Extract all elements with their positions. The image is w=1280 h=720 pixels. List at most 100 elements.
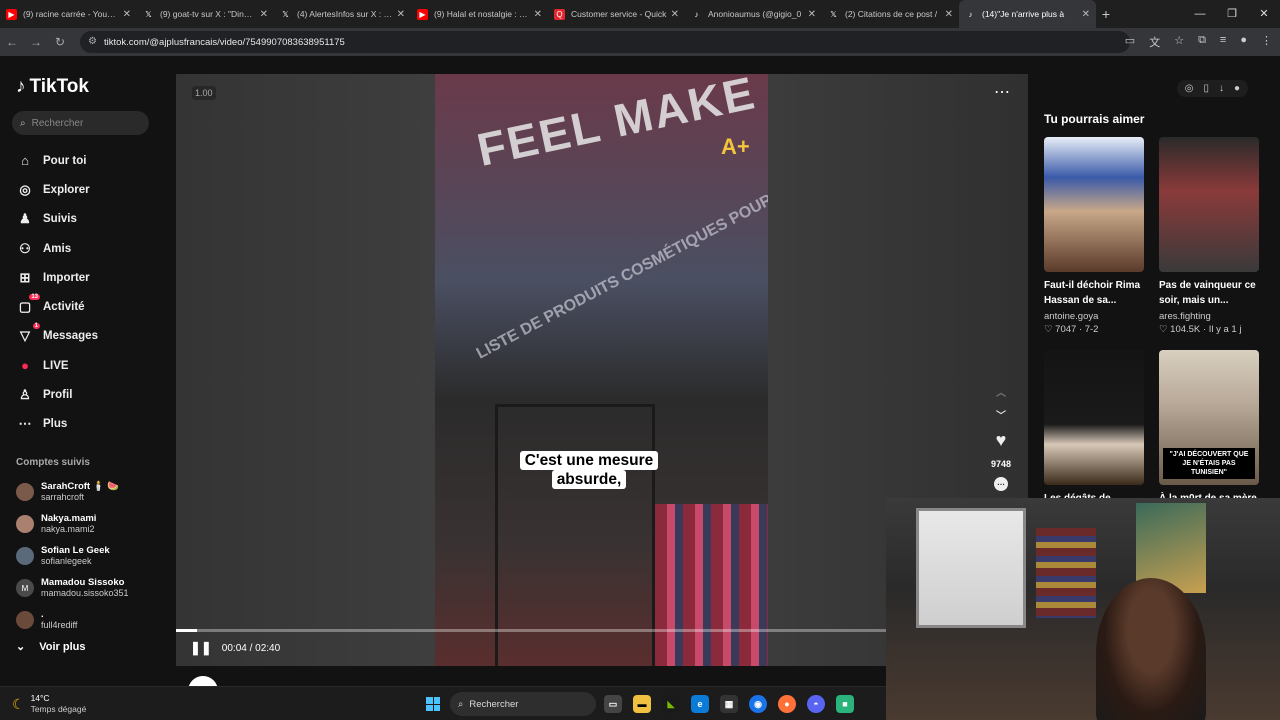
followed-account[interactable]: Nakya.mami nakya.mami2 [16,508,129,540]
discord-icon[interactable]: ◓ [807,695,825,713]
pause-icon[interactable]: ❚❚ [190,640,212,656]
browser-tab[interactable]: 𝕏 (2) Citations de ce post / ✕ [822,0,959,28]
firefox-icon[interactable]: ● [778,695,796,713]
tab-title: (14)"Je n'arrive plus à [982,9,1065,19]
heart-icon[interactable]: ♥ [996,430,1007,451]
nav-item-importer[interactable]: ⊞ Importer [16,263,98,292]
close-tab-icon[interactable]: ✕ [123,9,131,20]
store-icon[interactable]: ▦ [720,695,738,713]
chrome-icon[interactable]: ◉ [749,695,767,713]
nav-item-suivis[interactable]: ♟ Suivis [16,205,98,234]
extensions-icon[interactable]: ⧉ [1198,34,1206,50]
browser-tab[interactable]: 𝕏 (9) goat-tv sur X : "Dingue ✕ [137,0,274,28]
comment-icon[interactable]: … [994,477,1008,491]
video-actions: ︿ ﹀ ♥ 9748 … [976,384,1026,491]
download-icon[interactable]: ↓ [1219,83,1224,94]
back-icon[interactable]: ← [0,35,24,49]
weather-widget[interactable]: ☾ 14°C Temps dégagé [12,693,86,715]
followed-account[interactable]: SarahCroft 🕯️ 🍉 sarrahcroft [16,476,129,508]
home-icon: ⌂ [21,153,29,169]
user-avatar[interactable]: ● [1234,83,1240,94]
tiktok-note-icon: ♪ [16,76,26,97]
tiktok-logo[interactable]: ♪ TikTok [16,76,89,98]
following-icon: ♟ [19,211,31,227]
playback-speed[interactable]: 1.00 [192,86,216,100]
close-window-button[interactable]: ✕ [1248,0,1280,28]
phone-icon[interactable]: ▯ [1203,83,1209,94]
avatar [16,611,34,629]
nvidia-icon[interactable]: ◣ [662,695,680,713]
player-tools: ◎ ▯ ↓ ● [1176,80,1248,97]
account-handle: sofianlegeek [41,556,92,566]
search-placeholder: Rechercher [31,117,84,129]
tiktok-icon: ♪ [968,9,973,19]
browser-tab[interactable]: ▶ (9) racine carrée - YouTube ✕ [0,0,137,28]
browser-tab[interactable]: ▶ (9) Halal et nostalgie : Qu ✕ [411,0,548,28]
nav-item-label: Pour toi [43,154,87,167]
close-tab-icon[interactable]: ✕ [808,9,816,20]
windows-start-icon[interactable] [426,697,440,711]
close-tab-icon[interactable]: ✕ [397,9,405,20]
reload-icon[interactable]: ↻ [48,35,72,49]
close-tab-icon[interactable]: ✕ [945,9,953,20]
nav-item-explorer[interactable]: ◎ Explorer [16,175,98,204]
nav-item-activité[interactable]: ▢ 13 Activité [16,292,98,321]
close-tab-icon[interactable]: ✕ [1082,9,1090,20]
see-more-label: Voir plus [39,640,86,653]
url-field[interactable]: ⚙ tiktok.com/@ajplusfrancais/video/75499… [80,31,1130,53]
maximize-button[interactable]: ❐ [1216,0,1248,28]
edge-icon[interactable]: e [691,695,709,713]
followed-account[interactable]: M Mamadou Sissoko mamadou.sissoko351 [16,572,129,604]
subtitle-line-2: absurde, [551,470,627,489]
nav-item-profil[interactable]: ♙ Profil [16,380,98,409]
followed-account[interactable]: . full4rediff [16,604,129,636]
nav-item-messages[interactable]: ▽ 1 Messages [16,322,98,351]
nav-item-pour-toi[interactable]: ⌂ Pour toi [16,146,98,175]
close-tab-icon[interactable]: ✕ [260,9,268,20]
file-explorer-icon[interactable]: ▬ [633,695,651,713]
chevron-up-icon[interactable]: ︿ [996,384,1006,399]
more-options-icon[interactable]: ⋯ [994,82,1010,102]
forward-icon[interactable]: → [24,35,48,49]
taskbar-apps: ▭ ▬ ◣ e ▦ ◉ ● ◓ ■ [604,695,854,713]
browser-tab[interactable]: ♪ Anonioaumus (@gigio_0 ✕ [685,0,822,28]
followed-account[interactable]: Sofian Le Geek sofianlegeek [16,540,129,572]
browser-tab[interactable]: ♪ (14)"Je n'arrive plus à ✕ [959,0,1096,28]
recommendation-card[interactable]: "J'AI DÉCOUVERT QUE JE N'ÉTAIS PAS TUNIS… [1159,350,1259,506]
nav-item-plus[interactable]: ⋯ Plus [16,410,98,439]
nav-item-amis[interactable]: ⚇ Amis [16,234,98,263]
chevron-down-nav-icon[interactable]: ﹀ [996,407,1006,422]
cast-icon[interactable]: ▭ [1125,34,1135,50]
card-title: Faut-il déchoir Rima Hassan de sa... [1044,280,1141,306]
taskbar-search-icon: ⌕ [458,698,464,710]
tab-title: (9) racine carrée - YouTube [23,9,119,19]
recommendation-card[interactable]: Les dégâts de [1044,350,1144,506]
see-more-button[interactable]: ⌄ Voir plus [16,640,86,654]
search-input[interactable]: ⌕ Rechercher [12,111,149,135]
webcam-shelf [1036,528,1096,618]
nav-item-live[interactable]: ● LIVE [16,351,98,380]
recommendation-card[interactable]: Pas de vainqueur ce soir, mais un... ares… [1159,137,1259,335]
profile-avatar-icon[interactable]: ● [1240,34,1247,50]
recommendation-card[interactable]: Faut-il déchoir Rima Hassan de sa... anto… [1044,137,1144,335]
browser-tab[interactable]: Q Customer service - Quick ✕ [548,0,685,28]
browser-menu-icon[interactable]: ⋮ [1261,34,1272,50]
translate-icon[interactable]: 文 [1149,34,1160,50]
close-tab-icon[interactable]: ✕ [534,9,542,20]
friends-icon: ⚇ [19,240,31,256]
taskbar-search[interactable]: ⌕ Rechercher [450,692,596,716]
minimize-button[interactable]: — [1184,0,1216,28]
new-tab-button[interactable]: + [1096,6,1116,22]
compass-tool-icon[interactable]: ◎ [1185,83,1194,94]
account-name: SarahCroft 🕯️ 🍉 [41,481,120,492]
ajplus-watermark: A+ [721,134,750,159]
app-icon[interactable]: ■ [836,695,854,713]
close-tab-icon[interactable]: ✕ [671,9,679,20]
card-title: Pas de vainqueur ce soir, mais un... [1159,280,1256,306]
media-icon[interactable]: ≡ [1220,34,1226,50]
nav-item-label: Importer [43,271,90,284]
browser-tab[interactable]: 𝕏 (4) AlertesInfos sur X : "Il y ✕ [274,0,411,28]
site-info-icon[interactable]: ⚙ [88,36,97,47]
task-view-icon[interactable]: ▭ [604,695,622,713]
bookmark-star-icon[interactable]: ☆ [1174,34,1184,50]
